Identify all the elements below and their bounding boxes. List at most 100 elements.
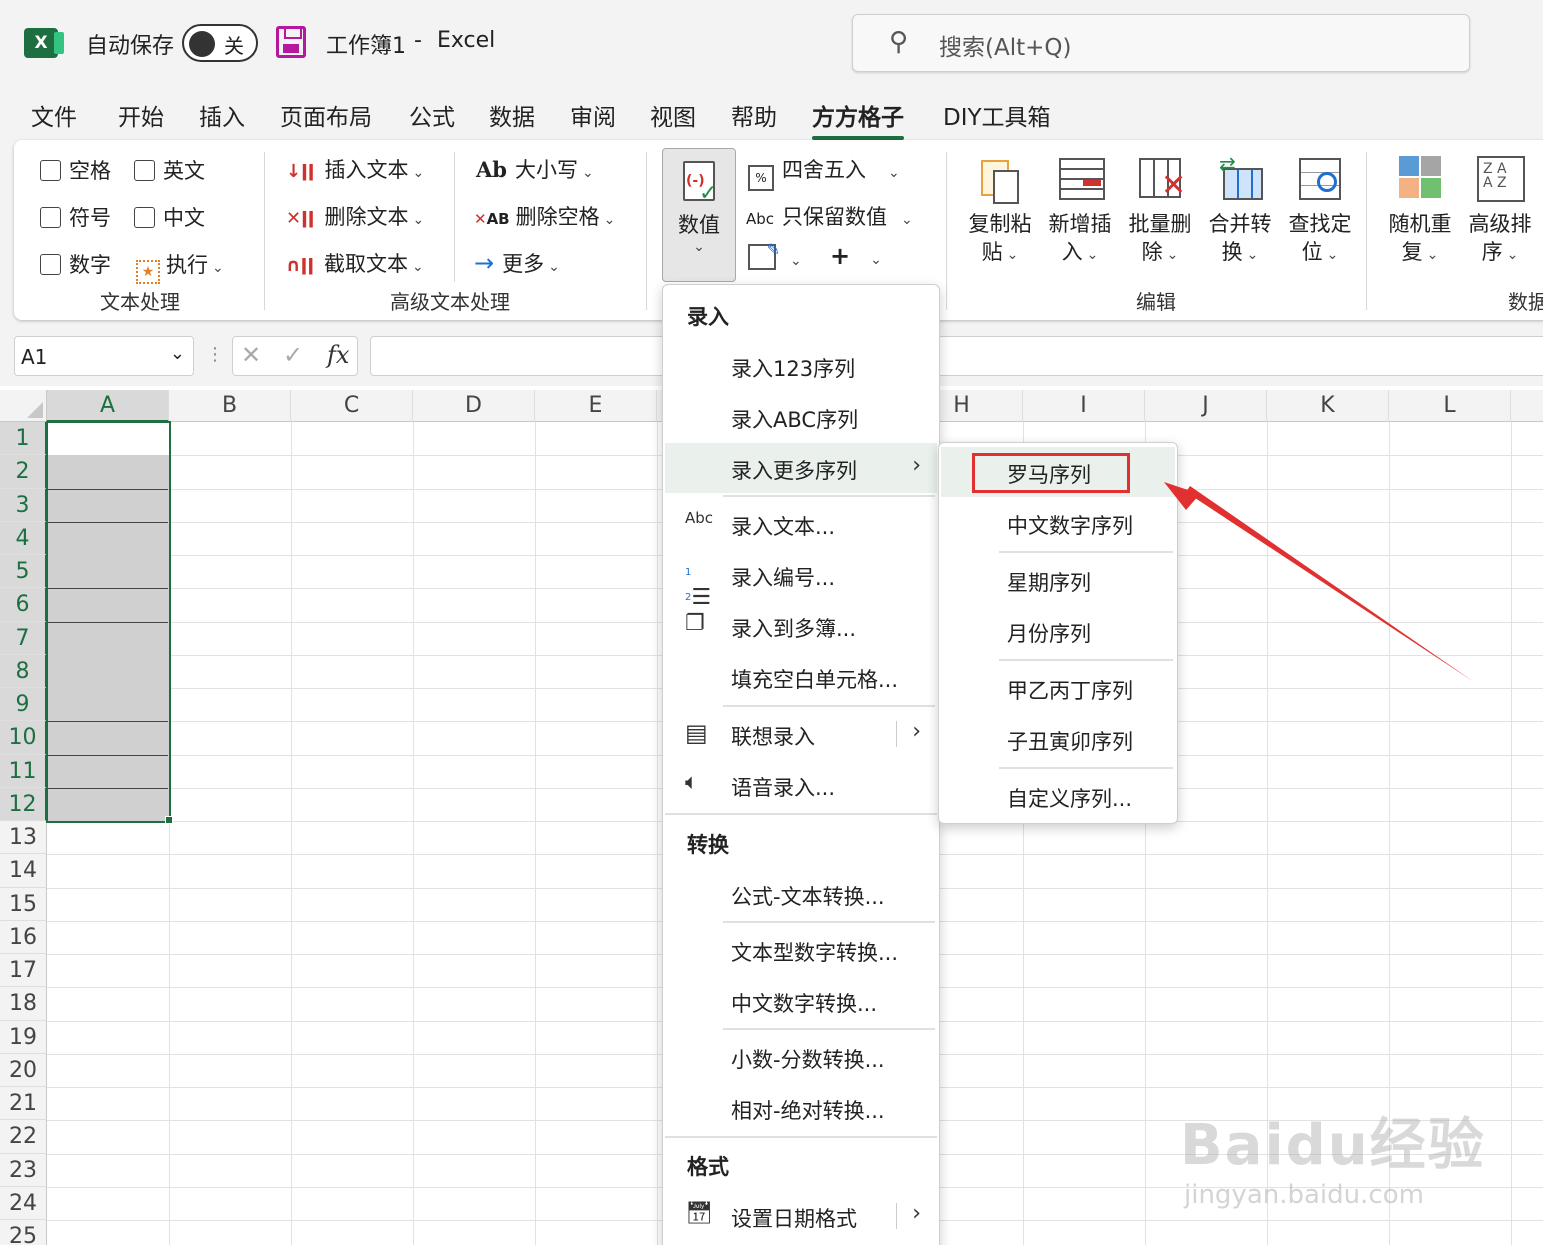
row-header-3[interactable]: 3 [0,488,47,522]
search-box[interactable]: ⚲ 搜索(Alt+Q) [852,14,1470,72]
tab-home[interactable]: 开始 [118,98,164,132]
row-header-23[interactable]: 23 [0,1153,47,1187]
save-icon[interactable] [276,26,306,58]
remove-space-button[interactable]: ✕AB 删除空格 ⌄ [474,201,615,231]
row-header-19[interactable]: 19 [0,1020,47,1054]
insert-text-button[interactable]: ↓ǀǀ 插入文本 ⌄ [286,154,424,184]
tab-insert[interactable]: 插入 [199,98,245,132]
tab-view[interactable]: 视图 [650,98,696,132]
extract-text-button[interactable]: ∩ǀǀ 截取文本 ⌄ [286,248,424,278]
case-button[interactable]: Ab 大小写 ⌄ [476,154,594,184]
menu-item-text-number[interactable]: 文本型数字转换... [665,925,937,975]
menu-item-voice-input[interactable]: 🔈︎ 语音录入... [665,760,937,810]
delete-text-button[interactable]: ✕ǀǀ 删除文本 ⌄ [286,201,424,231]
tab-file[interactable]: 文件 [31,98,77,132]
column-header-b[interactable]: B [169,390,291,422]
fx-icon[interactable]: fx [327,341,349,369]
edit-numeric-button[interactable]: ✎ ⌄ [748,240,802,270]
column-header-d[interactable]: D [413,390,535,422]
menu-item-input-multi[interactable]: ❐ 录入到多簿... [665,601,937,651]
row-header-10[interactable]: 10 [0,721,47,755]
column-header-c[interactable]: C [291,390,413,422]
name-box[interactable]: A1 ⌄ [14,336,194,376]
column-header-j[interactable]: J [1145,390,1267,422]
checkbox-english[interactable]: 英文 [134,155,205,185]
round-button[interactable]: % 四舍五入 ⌄ [748,154,900,191]
row-header-21[interactable]: 21 [0,1087,47,1121]
submenu-item-month[interactable]: 月份序列 [941,606,1175,656]
row-header-12[interactable]: 12 [0,787,47,821]
row-header-5[interactable]: 5 [0,555,47,589]
merge-convert-button[interactable]: ⇄ 合并转 换 ⌄ [1204,152,1276,269]
batch-delete-button[interactable]: ✕ 批量删 除 ⌄ [1124,154,1196,269]
row-header-4[interactable]: 4 [0,521,47,555]
row-header-8[interactable]: 8 [0,654,47,688]
tab-formulas[interactable]: 公式 [409,98,455,132]
row-header-7[interactable]: 7 [0,621,47,655]
menu-item-cn-number[interactable]: 中文数字转换... [665,976,937,1026]
submenu-item-zichou[interactable]: 子丑寅卯序列 [941,714,1175,764]
menu-item-input-abc[interactable]: 录入ABC序列 [665,392,937,442]
copy-paste-button[interactable]: 复制粘 贴 ⌄ [964,154,1036,269]
row-header-24[interactable]: 24 [0,1186,47,1220]
row-header-1[interactable]: 1 [0,422,47,456]
row-header-25[interactable]: 25 [0,1220,47,1245]
submenu-item-custom[interactable]: 自定义序列... [941,771,1175,821]
submenu-item-jiayi[interactable]: 甲乙丙丁序列 [941,663,1175,713]
more-options-icon[interactable]: ⋮ [206,344,224,365]
advanced-sort-button[interactable]: Z AA Z 高级排 序 ⌄ [1464,154,1536,269]
column-header-i[interactable]: I [1023,390,1145,422]
menu-item-input-number[interactable]: 1 2☰ 录入编号... [665,550,937,610]
checkbox-chinese[interactable]: 中文 [134,202,205,232]
random-repeat-button[interactable]: 随机重 复 ⌄ [1384,154,1456,269]
tab-help[interactable]: 帮助 [731,98,777,132]
submenu-item-cn-digits[interactable]: 中文数字序列 [941,498,1175,548]
tab-fangfang[interactable]: 方方格子 [812,98,904,140]
row-header-16[interactable]: 16 [0,920,47,954]
column-header-k[interactable]: K [1267,390,1389,422]
row-header-15[interactable]: 15 [0,887,47,921]
column-header-e[interactable]: E [535,390,657,422]
autosave-toggle[interactable]: 关 [182,24,258,62]
checkbox-symbol[interactable]: 符号 [40,202,111,232]
menu-item-decimal-fraction[interactable]: 小数-分数转换... [665,1032,937,1082]
tab-page-layout[interactable]: 页面布局 [280,98,372,132]
column-header-l[interactable]: L [1389,390,1511,422]
menu-item-input-text[interactable]: Abc 录入文本... [665,499,937,549]
confirm-icon[interactable]: ✓ [283,341,303,369]
menu-item-formula-text[interactable]: 公式-文本转换... [665,869,937,919]
new-insert-button[interactable]: 新增插 入 ⌄ [1044,154,1116,269]
checkbox-number[interactable]: 数字 [40,249,111,279]
column-header-a[interactable]: A [47,390,169,422]
row-header-11[interactable]: 11 [0,754,47,788]
menu-item-input-more[interactable]: 录入更多序列 › [665,443,937,493]
row-header-20[interactable]: 20 [0,1053,47,1087]
menu-item-date-format[interactable]: 📅︎ 设置日期格式 › [665,1191,937,1241]
keep-numeric-button[interactable]: Abc 只保留数值 ⌄ [746,201,913,231]
add-button[interactable]: + ⌄ [830,242,882,270]
row-header-9[interactable]: 9 [0,688,47,722]
menu-item-assoc-input[interactable]: ▤ 联想录入 › [665,709,937,759]
numeric-button[interactable]: (-) ✓ 数值 ⌄ [662,148,736,282]
row-header-17[interactable]: 17 [0,954,47,988]
execute-button[interactable]: ★ 执行 ⌄ [136,249,224,284]
row-header-13[interactable]: 13 [0,821,47,855]
submenu-item-weekday[interactable]: 星期序列 [941,555,1175,605]
row-header-6[interactable]: 6 [0,588,47,622]
tab-diy-tools[interactable]: DIY工具箱 [943,98,1051,132]
menu-item-rel-abs[interactable]: 相对-绝对转换... [665,1083,937,1133]
row-header-18[interactable]: 18 [0,987,47,1021]
find-locate-button[interactable]: 查找定 位 ⌄ [1284,154,1356,269]
checkbox-space[interactable]: 空格 [40,155,111,185]
row-header-22[interactable]: 22 [0,1120,47,1154]
tab-data[interactable]: 数据 [489,98,535,132]
cancel-icon[interactable]: ✕ [241,341,261,369]
select-all-corner[interactable] [0,390,47,422]
more-button[interactable]: → 更多 ⌄ [474,248,560,278]
menu-item-fill-blank[interactable]: 填充空白单元格... [665,652,937,702]
row-header-14[interactable]: 14 [0,854,47,888]
row-header-2[interactable]: 2 [0,455,47,489]
formula-input[interactable] [370,336,1543,376]
fill-handle[interactable] [165,816,173,824]
tab-review[interactable]: 审阅 [570,98,616,132]
